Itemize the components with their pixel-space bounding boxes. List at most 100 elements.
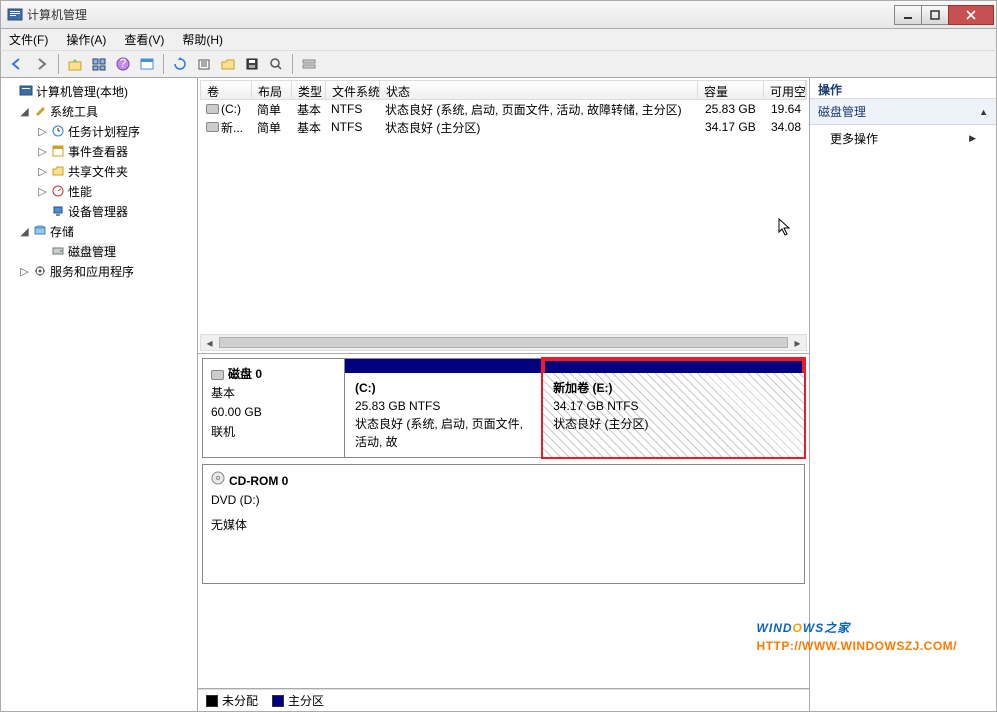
minimize-button[interactable] [894, 5, 922, 25]
col-layout[interactable]: 布局 [252, 81, 292, 99]
legend: 未分配 主分区 [198, 689, 809, 711]
expand-icon[interactable]: ▷ [37, 165, 48, 178]
tree-scheduler[interactable]: ▷ 任务计划程序 [1, 121, 197, 141]
clock-icon [50, 123, 66, 139]
services-icon [32, 263, 48, 279]
svg-text:?: ? [120, 57, 127, 70]
toolbar: ? [0, 50, 997, 78]
tree-storage[interactable]: ◢ 存储 [1, 221, 197, 241]
col-type[interactable]: 类型 [292, 81, 326, 99]
cdrom-empty [345, 465, 804, 583]
volume-row[interactable]: (C:) 简单 基本 NTFS 状态良好 (系统, 启动, 页面文件, 活动, … [200, 100, 807, 118]
cdrom-info[interactable]: CD-ROM 0 DVD (D:) 无媒体 [203, 465, 345, 583]
expand-icon[interactable]: ▷ [37, 185, 48, 198]
col-free[interactable]: 可用空 [764, 81, 806, 99]
tree-services[interactable]: ▷ 服务和应用程序 [1, 261, 197, 281]
tree-diskmgmt[interactable]: 磁盘管理 [1, 241, 197, 261]
drive-icon [206, 122, 219, 132]
menu-view[interactable]: 查看(V) [124, 31, 164, 48]
col-fs[interactable]: 文件系统 [326, 81, 380, 99]
disk-list-icon[interactable] [298, 53, 320, 75]
open-icon[interactable] [217, 53, 239, 75]
legend-unallocated: 未分配 [206, 692, 258, 709]
event-icon [50, 143, 66, 159]
cdrom-row: CD-ROM 0 DVD (D:) 无媒体 [202, 464, 805, 584]
actions-header: 操作 [810, 78, 996, 99]
forward-button[interactable] [31, 53, 53, 75]
disk-0-partitions: (C:) 25.83 GB NTFS 状态良好 (系统, 启动, 页面文件, 活… [345, 359, 804, 457]
collapse-icon[interactable]: ◢ [19, 225, 30, 238]
disk-0-info[interactable]: 磁盘 0 基本 60.00 GB 联机 [203, 359, 345, 457]
menu-operation[interactable]: 操作(A) [66, 31, 106, 48]
maximize-button[interactable] [921, 5, 949, 25]
disk-icon [50, 243, 66, 259]
storage-icon [32, 223, 48, 239]
tree-systools[interactable]: ◢ 系统工具 [1, 101, 197, 121]
computer-icon [18, 83, 34, 99]
window-titlebar: 计算机管理 [0, 0, 997, 29]
disk-icon [211, 370, 224, 380]
collapse-icon[interactable]: ◢ [19, 105, 30, 118]
tree-root[interactable]: 计算机管理(本地) [1, 81, 197, 101]
help-icon[interactable]: ? [112, 53, 134, 75]
menu-file[interactable]: 文件(F) [9, 31, 48, 48]
swatch-icon [272, 695, 284, 707]
col-status[interactable]: 状态 [380, 81, 698, 99]
horizontal-scrollbar[interactable]: ◂ ▸ [200, 334, 807, 351]
drive-icon [206, 104, 219, 114]
center-pane: 卷 布局 类型 文件系统 状态 容量 可用空 (C:) 简单 基本 NTFS 状… [198, 78, 809, 711]
col-volume[interactable]: 卷 [201, 81, 252, 99]
nav-tree: 计算机管理(本地) ◢ 系统工具 ▷ 任务计划程序 ▷ 事件查看器 ▷ 共享文件… [1, 78, 198, 711]
properties-icon[interactable] [88, 53, 110, 75]
partition-c[interactable]: (C:) 25.83 GB NTFS 状态良好 (系统, 启动, 页面文件, 活… [345, 359, 543, 457]
scroll-thumb[interactable] [219, 337, 788, 348]
scroll-left-icon[interactable]: ◂ [201, 335, 218, 350]
collapse-icon: ▲ [979, 107, 988, 117]
tree-eventviewer[interactable]: ▷ 事件查看器 [1, 141, 197, 161]
main-content: 计算机管理(本地) ◢ 系统工具 ▷ 任务计划程序 ▷ 事件查看器 ▷ 共享文件… [0, 78, 997, 712]
settings-icon[interactable] [193, 53, 215, 75]
folder-shared-icon [50, 163, 66, 179]
expand-icon[interactable]: ▷ [37, 125, 48, 138]
partition-e[interactable]: 新加卷 (E:) 34.17 GB NTFS 状态良好 (主分区) [543, 359, 804, 457]
disk-map: 磁盘 0 基本 60.00 GB 联机 (C:) 25.83 GB NTFS 状… [198, 354, 809, 689]
tree-shared[interactable]: ▷ 共享文件夹 [1, 161, 197, 181]
actions-pane: 操作 磁盘管理 ▲ 更多操作 ▶ [809, 78, 996, 711]
back-button[interactable] [7, 53, 29, 75]
save-icon[interactable] [241, 53, 263, 75]
close-button[interactable] [948, 5, 994, 25]
volume-list: 卷 布局 类型 文件系统 状态 容量 可用空 (C:) 简单 基本 NTFS 状… [198, 78, 809, 354]
window-buttons [895, 5, 994, 25]
actions-more[interactable]: 更多操作 ▶ [810, 125, 996, 152]
window-title: 计算机管理 [27, 6, 895, 23]
app-icon [7, 7, 23, 23]
refresh-icon[interactable] [169, 53, 191, 75]
tools-icon [32, 103, 48, 119]
actions-section[interactable]: 磁盘管理 ▲ [810, 99, 996, 125]
tree-perf[interactable]: ▷ 性能 [1, 181, 197, 201]
volume-row[interactable]: 新... 简单 基本 NTFS 状态良好 (主分区) 34.17 GB 34.0… [200, 118, 807, 136]
expand-icon[interactable]: ▷ [19, 265, 30, 278]
search-icon[interactable] [265, 53, 287, 75]
device-icon [50, 203, 66, 219]
chevron-right-icon: ▶ [969, 133, 976, 144]
toolbar-sep3 [292, 54, 293, 74]
swatch-icon [206, 695, 218, 707]
up-icon[interactable] [64, 53, 86, 75]
perf-icon [50, 183, 66, 199]
legend-primary: 主分区 [272, 692, 324, 709]
partition-bar [345, 359, 542, 373]
menubar: 文件(F) 操作(A) 查看(V) 帮助(H) [0, 29, 997, 50]
tree-device[interactable]: 设备管理器 [1, 201, 197, 221]
view-icon[interactable] [136, 53, 158, 75]
col-cap[interactable]: 容量 [698, 81, 764, 99]
partition-bar [543, 359, 804, 373]
disk-0-row: 磁盘 0 基本 60.00 GB 联机 (C:) 25.83 GB NTFS 状… [202, 358, 805, 458]
menu-help[interactable]: 帮助(H) [182, 31, 223, 48]
toolbar-sep2 [163, 54, 164, 74]
scroll-right-icon[interactable]: ▸ [789, 335, 806, 350]
volume-header: 卷 布局 类型 文件系统 状态 容量 可用空 [200, 80, 807, 100]
cdrom-icon [211, 471, 225, 491]
volume-rows: (C:) 简单 基本 NTFS 状态良好 (系统, 启动, 页面文件, 活动, … [200, 100, 807, 334]
expand-icon[interactable]: ▷ [37, 145, 48, 158]
